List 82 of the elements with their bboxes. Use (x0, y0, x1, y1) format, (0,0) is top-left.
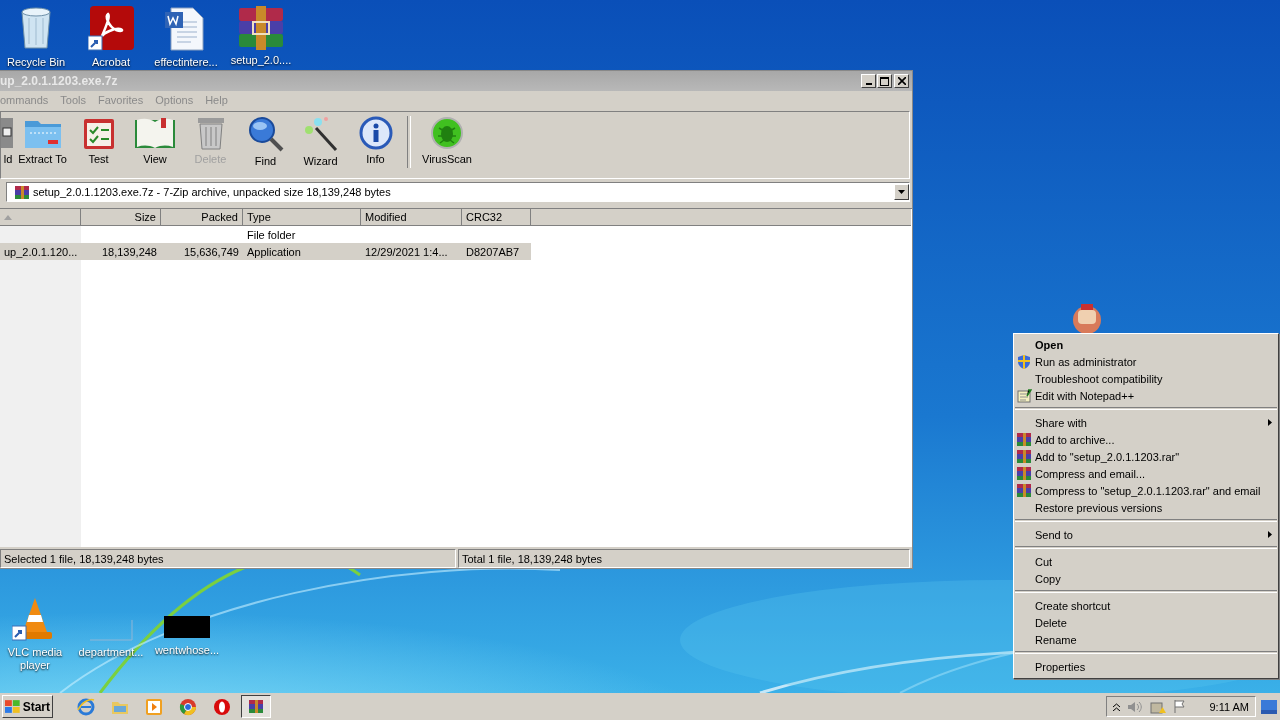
book-icon (133, 116, 177, 150)
menu-item[interactable]: Properties (1014, 658, 1278, 675)
archive-icon (249, 700, 263, 713)
toolbar-button[interactable]: Find (238, 116, 293, 172)
archive-icon (1017, 467, 1031, 480)
menu-item[interactable]: Send to (1014, 526, 1278, 543)
windows-logo-icon (5, 699, 21, 714)
opera-icon (213, 697, 231, 716)
close-icon (897, 77, 906, 85)
archive-icon (1017, 450, 1031, 463)
minimize-button[interactable] (861, 74, 876, 88)
column-header[interactable] (0, 209, 81, 226)
selected-row[interactable]: up_2.0.1.120... 18,139,248 15,636,749 Application 12/29/2021 1:4... D8207AB7 (0, 243, 531, 260)
toolbar-button[interactable]: VirusScan (415, 116, 479, 172)
column-header[interactable]: Modified (361, 209, 462, 226)
desktop-icon-label[interactable]: Acrobat (92, 56, 130, 69)
desktop-icon-label[interactable]: effectintere... (154, 56, 218, 69)
toolbar-button[interactable]: View (127, 116, 183, 172)
menu-item[interactable]: Create shortcut (1014, 597, 1278, 614)
shield-icon (1017, 354, 1031, 369)
toolbar-button[interactable]: Info (348, 116, 403, 172)
caret-icon (898, 190, 905, 194)
menu-item[interactable]: Compress to "setup_2.0.1.1203.rar" and email (1014, 482, 1278, 499)
menu-item[interactable]: Open (1014, 336, 1278, 353)
column-header[interactable]: CRC32 (462, 209, 531, 226)
menu-item[interactable]: Compress and email... (1014, 465, 1278, 482)
clipboard-check-icon (82, 116, 115, 150)
table-cell-text: 15,636,749 (182, 244, 240, 260)
menu-item[interactable]: Cut (1014, 553, 1278, 570)
menu-item[interactable]: Restore previous versions (1014, 499, 1278, 516)
archive-icon (1017, 484, 1031, 497)
flag-icon[interactable] (1174, 700, 1186, 713)
show-desktop-button[interactable] (1261, 699, 1277, 714)
maximize-icon (880, 76, 889, 86)
table-cell-text: D8207AB7 (465, 244, 521, 260)
column-header[interactable]: Type (243, 209, 361, 226)
dropdown-button[interactable] (894, 184, 909, 200)
path-field[interactable]: setup_2.0.1.1203.exe.7z - 7-Zip archive, unpacked size 18,139,248 bytes (6, 182, 910, 202)
menu-item[interactable]: Delete (1014, 614, 1278, 631)
menu-item[interactable]: Share with (1014, 414, 1278, 431)
archive-icon (1017, 433, 1031, 446)
status-text: Selected 1 file, 18,139,248 bytes (0, 549, 456, 568)
menu-item[interactable]: Rename (1014, 631, 1278, 648)
table-cell-text: 12/29/2021 1:4... (364, 244, 449, 260)
submenu-arrow-icon (1268, 419, 1272, 426)
menu-item[interactable]: Run as administrator (1014, 353, 1278, 370)
menu-item[interactable]: Add to "setup_2.0.1.1203.rar" (1014, 448, 1278, 465)
table-cell-text: File folder (246, 227, 297, 243)
maximize-button[interactable] (877, 74, 892, 88)
info-icon (358, 116, 393, 150)
table-cell-text: 18,139,248 (100, 244, 158, 260)
submenu-arrow-icon (1268, 531, 1272, 538)
bug-scan-icon (430, 116, 464, 150)
menu-item[interactable]: Troubleshoot compatibility (1014, 370, 1278, 387)
table-cell-text: up_2.0.1.120... (3, 244, 79, 260)
chevron-up-icon[interactable] (1113, 702, 1120, 711)
toolbar-button[interactable]: Test (70, 116, 127, 172)
menu-item[interactable]: Edit with Notepad++ (1014, 387, 1278, 404)
browser-e-icon (77, 697, 95, 716)
taskbar-button[interactable] (241, 695, 271, 718)
chrome-icon (179, 697, 197, 716)
menu-item[interactable]: Copy (1014, 570, 1278, 587)
column-header[interactable]: Packed (161, 209, 243, 226)
archive-icon (15, 185, 29, 199)
magnifier-icon (246, 116, 285, 152)
close-button[interactable] (894, 74, 909, 88)
notepad-icon (1017, 388, 1032, 403)
desktop-icon-label[interactable]: Recycle Bin (6, 56, 66, 69)
column-header[interactable]: Size (81, 209, 161, 226)
sort-arrow-icon (4, 214, 12, 220)
window-title: up_2.0.1.1203.exe.7z (0, 74, 118, 88)
file-row[interactable]: File folder (0, 226, 531, 243)
start-button[interactable]: Start (2, 695, 53, 718)
toolbar-button[interactable]: Wizard (293, 116, 348, 172)
media-player-icon (145, 697, 163, 716)
toolbar-button[interactable]: ld (1, 116, 15, 172)
menu-item[interactable]: Add to archive... (1014, 431, 1278, 448)
desktop-icon-label[interactable]: setup_2.0.... (230, 54, 292, 67)
status-text: Total 1 file, 18,139,248 bytes (458, 549, 910, 568)
toolbar-button[interactable]: Extract To (15, 116, 70, 172)
table-cell-text: Application (246, 244, 302, 260)
clock[interactable]: 9:11 AM (1209, 700, 1249, 713)
